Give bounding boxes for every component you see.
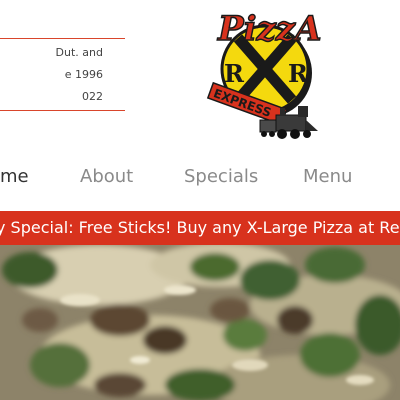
restaurant-info: Dut. and e 1996 022 bbox=[0, 38, 125, 111]
nav-specials[interactable]: Specials bbox=[184, 166, 258, 187]
announcement-banner: y Special: Free Sticks! Buy any X-Large … bbox=[0, 211, 400, 245]
hero-pizza-image bbox=[0, 245, 400, 400]
site-logo[interactable]: R R PizzA EXPRESS bbox=[200, 0, 330, 150]
logo-letter-right: R bbox=[288, 59, 309, 88]
info-line-2: e 1996 bbox=[64, 68, 103, 81]
logo-graphic: R R PizzA EXPRESS bbox=[206, 8, 322, 139]
info-bottom-divider bbox=[0, 110, 125, 111]
logo-word: PizzA bbox=[217, 9, 321, 49]
nav-about[interactable]: About bbox=[80, 166, 133, 187]
info-line-3: 022 bbox=[82, 90, 103, 103]
logo-letter-left: R bbox=[224, 59, 245, 88]
banner-text: y Special: Free Sticks! Buy any X-Large … bbox=[0, 218, 400, 237]
nav-home[interactable]: me bbox=[0, 166, 29, 187]
info-line-1: Dut. and bbox=[55, 46, 103, 59]
pizza-photo bbox=[0, 245, 400, 400]
main-nav: me About Specials Menu bbox=[0, 166, 400, 196]
page: Dut. and e 1996 022 R R PizzA EXPRESS me… bbox=[0, 0, 400, 400]
nav-menu[interactable]: Menu bbox=[303, 166, 352, 187]
